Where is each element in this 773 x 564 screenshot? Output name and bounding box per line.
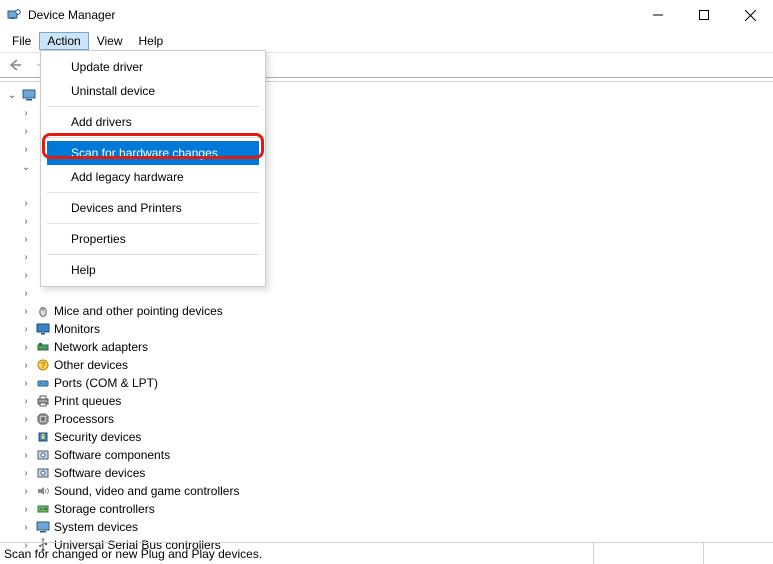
chevron-right-icon[interactable]: ›	[20, 306, 32, 317]
menubar: File Action View Help	[0, 30, 773, 52]
storage-icon	[35, 501, 51, 517]
chevron-right-icon[interactable]: ›	[20, 342, 32, 353]
tree-node-label: Software components	[54, 448, 170, 462]
dd-add-drivers[interactable]: Add drivers	[41, 110, 265, 134]
tree-node-network[interactable]: › Network adapters	[20, 338, 773, 356]
dd-separator	[47, 192, 259, 193]
dd-add-legacy-hardware[interactable]: Add legacy hardware	[41, 165, 265, 189]
menu-action[interactable]: Action	[39, 32, 88, 50]
tree-node-label: Software devices	[54, 466, 145, 480]
tree-node-software-components[interactable]: › Software components	[20, 446, 773, 464]
tree-node-sound[interactable]: › Sound, video and game controllers	[20, 482, 773, 500]
chevron-right-icon[interactable]: ›	[20, 288, 32, 299]
chevron-right-icon[interactable]: ›	[20, 486, 32, 497]
port-icon	[35, 375, 51, 391]
chevron-right-icon[interactable]: ›	[20, 216, 32, 227]
statusbar: Scan for changed or new Plug and Play de…	[0, 542, 773, 564]
chevron-right-icon[interactable]: ›	[20, 396, 32, 407]
chevron-right-icon[interactable]: ›	[20, 450, 32, 461]
dd-separator	[47, 106, 259, 107]
dd-help[interactable]: Help	[41, 258, 265, 282]
tree-node-label: Monitors	[54, 322, 100, 336]
computer-icon	[21, 87, 37, 103]
maximize-button[interactable]	[681, 0, 727, 30]
chevron-right-icon[interactable]: ›	[20, 324, 32, 335]
tree-node-label: Security devices	[54, 430, 141, 444]
chevron-right-icon[interactable]: ›	[20, 252, 32, 263]
tree-node-software-devices[interactable]: › Software devices	[20, 464, 773, 482]
svg-text:?: ?	[41, 361, 46, 370]
minimize-button[interactable]	[635, 0, 681, 30]
menu-help[interactable]: Help	[131, 32, 172, 50]
dd-devices-and-printers[interactable]: Devices and Printers	[41, 196, 265, 220]
mouse-icon	[35, 303, 51, 319]
status-text: Scan for changed or new Plug and Play de…	[0, 547, 262, 561]
chevron-right-icon[interactable]: ›	[20, 378, 32, 389]
back-button[interactable]	[4, 54, 26, 76]
dd-scan-hardware-changes[interactable]: Scan for hardware changes	[47, 141, 259, 165]
other-devices-icon: ?	[35, 357, 51, 373]
chevron-right-icon[interactable]: ›	[20, 198, 32, 209]
app-icon	[6, 7, 22, 23]
tree-node-label: Ports (COM & LPT)	[54, 376, 158, 390]
tree-node-label: System devices	[54, 520, 138, 534]
sound-icon	[35, 483, 51, 499]
tree-node-storage[interactable]: › Storage controllers	[20, 500, 773, 518]
tree-node-print-queues[interactable]: › Print queues	[20, 392, 773, 410]
tree-node-monitors[interactable]: › Monitors	[20, 320, 773, 338]
chevron-right-icon[interactable]: ›	[20, 234, 32, 245]
titlebar: Device Manager	[0, 0, 773, 30]
software-icon	[35, 447, 51, 463]
printer-icon	[35, 393, 51, 409]
tree-node-label: Mice and other pointing devices	[54, 304, 223, 318]
dd-separator	[47, 137, 259, 138]
chevron-right-icon[interactable]: ›	[20, 360, 32, 371]
tree-node-label: Print queues	[54, 394, 121, 408]
chevron-right-icon[interactable]: ›	[20, 432, 32, 443]
menu-view[interactable]: View	[89, 32, 131, 50]
status-segment	[593, 543, 703, 564]
monitor-icon	[35, 321, 51, 337]
tree-node-label: Network adapters	[54, 340, 148, 354]
chevron-down-icon[interactable]: ⌄	[20, 162, 32, 173]
tree-node-label: Processors	[54, 412, 114, 426]
software-icon	[35, 465, 51, 481]
chevron-right-icon[interactable]: ›	[20, 414, 32, 425]
status-segment	[703, 543, 773, 564]
chevron-right-icon[interactable]: ›	[20, 108, 32, 119]
system-icon	[35, 519, 51, 535]
security-icon	[35, 429, 51, 445]
dd-separator	[47, 223, 259, 224]
menu-file[interactable]: File	[4, 32, 39, 50]
tree-node-mice[interactable]: › Mice and other pointing devices	[20, 302, 773, 320]
chevron-right-icon[interactable]: ›	[20, 522, 32, 533]
tree-node-label: Sound, video and game controllers	[54, 484, 239, 498]
action-dropdown: Update driver Uninstall device Add drive…	[40, 50, 266, 287]
tree-node-system[interactable]: › System devices	[20, 518, 773, 536]
window-controls	[635, 0, 773, 30]
chevron-down-icon[interactable]: ⌄	[6, 90, 18, 101]
chevron-right-icon[interactable]: ›	[20, 144, 32, 155]
tree-node-ports[interactable]: › Ports (COM & LPT)	[20, 374, 773, 392]
chevron-right-icon[interactable]: ›	[20, 504, 32, 515]
dd-uninstall-device[interactable]: Uninstall device	[41, 79, 265, 103]
close-button[interactable]	[727, 0, 773, 30]
dd-update-driver[interactable]: Update driver	[41, 55, 265, 79]
window-title: Device Manager	[28, 8, 115, 22]
dd-properties[interactable]: Properties	[41, 227, 265, 251]
chevron-right-icon[interactable]: ›	[20, 270, 32, 281]
tree-node-processors[interactable]: › Processors	[20, 410, 773, 428]
tree-node-other[interactable]: › ? Other devices	[20, 356, 773, 374]
chevron-right-icon[interactable]: ›	[20, 468, 32, 479]
cpu-icon	[35, 411, 51, 427]
tree-node-security[interactable]: › Security devices	[20, 428, 773, 446]
network-icon	[35, 339, 51, 355]
chevron-right-icon[interactable]: ›	[20, 126, 32, 137]
tree-node-label: Storage controllers	[54, 502, 155, 516]
tree-node-label: Other devices	[54, 358, 128, 372]
dd-separator	[47, 254, 259, 255]
